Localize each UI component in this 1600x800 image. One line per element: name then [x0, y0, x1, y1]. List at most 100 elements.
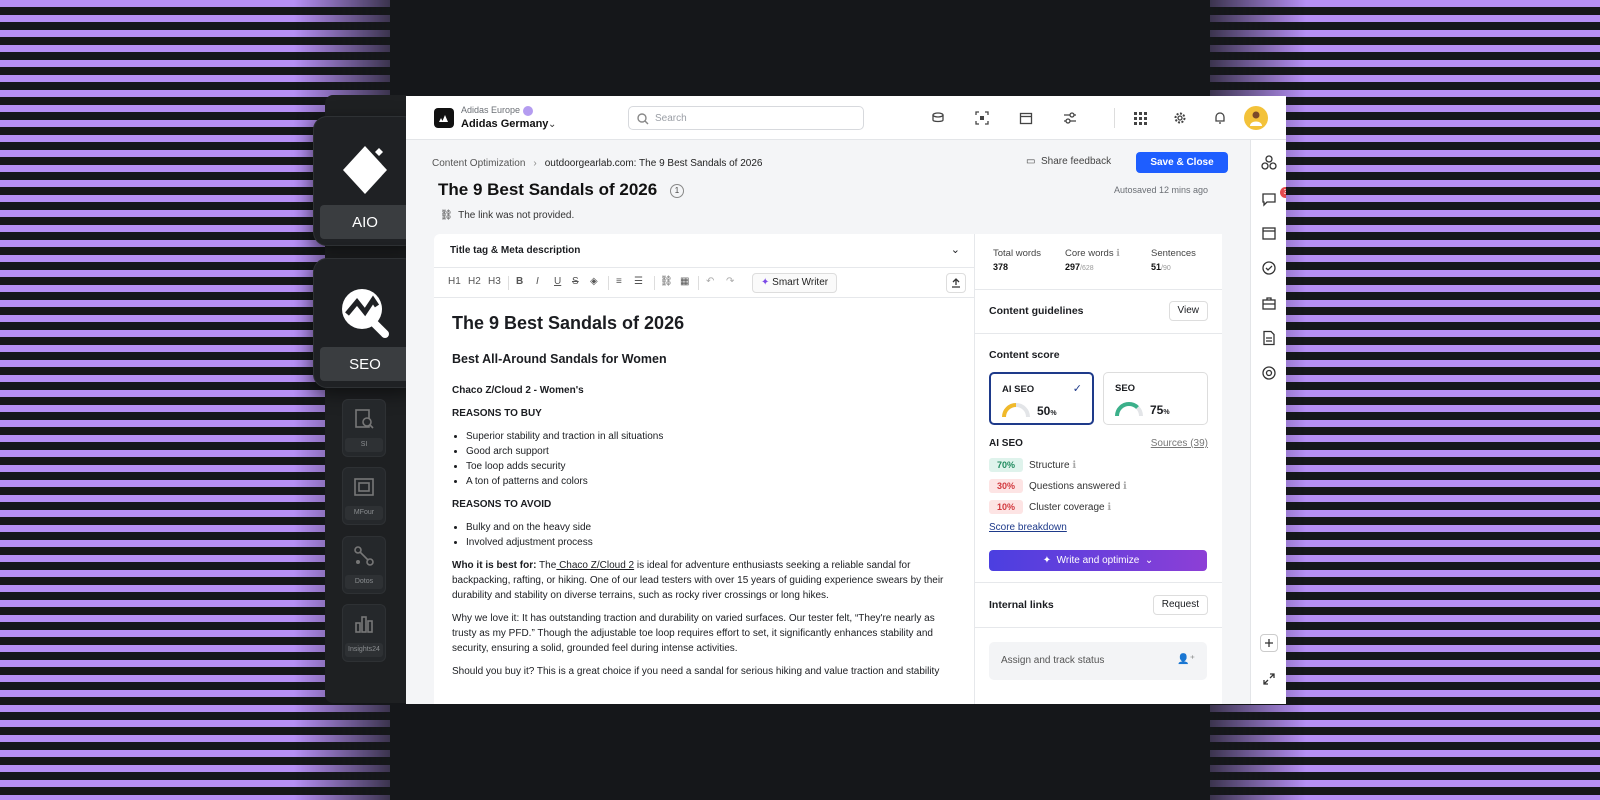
app-grid-icon[interactable]: [1132, 110, 1148, 126]
search-placeholder: Search: [655, 113, 687, 124]
metric-label: Structure: [1029, 460, 1070, 471]
heading1-button[interactable]: H1: [448, 276, 461, 287]
search-input[interactable]: Search: [628, 106, 864, 130]
adidas-logo: [434, 108, 454, 128]
score-gauge: [1115, 402, 1143, 417]
list-item: Good arch support: [466, 444, 957, 459]
paragraph: Should you buy it? This is a great choic…: [452, 666, 940, 677]
score-card-seo[interactable]: SEO 75%: [1103, 372, 1208, 425]
stat-sentences: Sentences 51/90: [1151, 248, 1196, 272]
breadcrumb-root[interactable]: Content Optimization: [432, 158, 525, 169]
score-card-title: SEO: [1115, 383, 1136, 394]
toolbar-divider: [608, 276, 609, 290]
reasons-avoid-list: Bulky and on the heavy side Involved adj…: [466, 520, 957, 550]
reasons-avoid-heading: REASONS TO AVOID: [452, 499, 552, 510]
assign-track-field[interactable]: Assign and track status 👤⁺: [989, 642, 1207, 680]
comment-icon: ▭: [1026, 156, 1036, 167]
aio-app-tile[interactable]: AIO: [313, 116, 417, 246]
meta-description-toggle[interactable]: Title tag & Meta description ⌄: [434, 234, 974, 268]
document-search-icon: [343, 408, 385, 432]
share-feedback-button[interactable]: ▭ Share feedback: [1026, 156, 1111, 167]
chat-badge: 3: [1280, 187, 1286, 198]
doc-heading-2: Best All-Around Sandals for Women: [452, 352, 667, 366]
save-close-button[interactable]: Save & Close: [1136, 152, 1228, 173]
view-button[interactable]: View: [1168, 301, 1208, 321]
app-tile-insights24[interactable]: Insights24: [342, 604, 386, 662]
document-body[interactable]: The 9 Best Sandals of 2026 Best All-Arou…: [452, 312, 957, 687]
app-tile-si[interactable]: SI: [342, 399, 386, 457]
table-icon[interactable]: ▦: [680, 276, 689, 287]
title-count-badge: 1: [670, 184, 684, 198]
cluster-icon[interactable]: [1260, 154, 1278, 172]
link-icon[interactable]: ⛓: [660, 276, 673, 287]
support-icon[interactable]: [1260, 364, 1278, 382]
italic-icon[interactable]: I: [536, 276, 539, 287]
product-link[interactable]: Chaco Z/Cloud 2: [556, 560, 634, 571]
bell-icon[interactable]: [1212, 110, 1228, 126]
metric-label: Cluster coverage: [1029, 502, 1105, 513]
info-icon[interactable]: ℹ: [1072, 460, 1076, 471]
settings-sliders-icon[interactable]: [1062, 110, 1078, 126]
sources-link[interactable]: Sources (39): [1151, 438, 1208, 449]
chevron-down-icon[interactable]: ⌄: [548, 119, 556, 130]
heading2-button[interactable]: H2: [468, 276, 481, 287]
write-optimize-button[interactable]: ✦ Write and optimize ⌄: [989, 550, 1207, 571]
seo-app-tile[interactable]: SEO: [313, 258, 417, 388]
list-item: Superior stability and traction in all s…: [466, 429, 957, 444]
bold-icon[interactable]: B: [516, 276, 523, 287]
calendar-icon[interactable]: [1260, 224, 1278, 242]
link-status: ⛓ The link was not provided.: [440, 210, 574, 221]
ordered-list-icon[interactable]: ≡: [616, 276, 622, 287]
highlight-icon[interactable]: ◈: [590, 276, 598, 287]
top-bar: Adidas Europe Adidas Germany ⌄ Search: [406, 96, 1286, 140]
bullet-list-icon[interactable]: ☰: [634, 276, 643, 287]
internal-links-section: Internal links Request: [975, 582, 1222, 628]
stat-total-words: Total words 378: [993, 248, 1042, 272]
avatar[interactable]: [1244, 106, 1268, 130]
smart-writer-button[interactable]: ✦ Smart Writer: [752, 273, 838, 293]
plus-icon[interactable]: [1260, 634, 1278, 652]
bar-chart-icon: [343, 613, 385, 637]
gear-icon[interactable]: [1172, 110, 1188, 126]
undo-icon[interactable]: ↶: [706, 276, 714, 287]
database-icon[interactable]: [930, 110, 946, 126]
check-circle-icon[interactable]: [1260, 259, 1278, 277]
toolbar-divider: [698, 276, 699, 290]
app-tile-dotos[interactable]: Dotos: [342, 536, 386, 594]
scan-icon[interactable]: [974, 110, 990, 126]
app-tile-label: Insights24: [345, 643, 383, 657]
calendar-icon[interactable]: [1018, 110, 1034, 126]
reasons-buy-list: Superior stability and traction in all s…: [466, 429, 957, 489]
request-button[interactable]: Request: [1152, 595, 1208, 615]
strikethrough-icon[interactable]: S: [572, 276, 579, 287]
score-value: 75%: [1150, 403, 1170, 417]
toolbar-divider: [654, 276, 655, 290]
score-card-ai-seo[interactable]: AI SEO ✓ 50%: [989, 372, 1094, 425]
toolbar-divider: [508, 276, 509, 290]
check-icon: ✓: [1072, 383, 1082, 395]
document-icon[interactable]: [1260, 329, 1278, 347]
briefcase-icon[interactable]: [1260, 294, 1278, 312]
word-stats: Total words 378 Core words ℹ 297/628 Sente…: [975, 234, 1222, 290]
info-icon[interactable]: ℹ: [1123, 481, 1127, 492]
score-breakdown-link[interactable]: Score breakdown: [989, 522, 1067, 533]
expand-icon[interactable]: [1260, 670, 1278, 688]
redo-icon[interactable]: ↷: [726, 276, 734, 287]
heading3-button[interactable]: H3: [488, 276, 501, 287]
smart-writer-label: Smart Writer: [772, 277, 829, 288]
chevron-down-icon: ⌄: [950, 244, 960, 256]
info-icon[interactable]: ℹ: [1107, 502, 1111, 513]
breadcrumb-current: outdoorgearlab.com: The 9 Best Sandals o…: [544, 158, 763, 169]
editor: Title tag & Meta description ⌄ H1 H2 H3 …: [434, 234, 974, 704]
link-status-text: The link was not provided.: [458, 210, 575, 221]
stat-core-words: Core words ℹ 297/628: [1065, 248, 1120, 272]
paragraph: Who it is best for: The Chaco Z/Cloud 2 …: [452, 558, 957, 603]
metric-percent: 30%: [989, 479, 1023, 493]
chat-icon[interactable]: 3: [1260, 187, 1286, 208]
org-switcher[interactable]: Adidas Germany: [461, 118, 548, 130]
app-tile-mfour[interactable]: MFour: [342, 467, 386, 525]
diamond-sparkle-icon: [314, 135, 416, 205]
internal-links-label: Internal links: [989, 599, 1054, 611]
underline-icon[interactable]: U: [554, 276, 561, 287]
export-icon[interactable]: [946, 273, 966, 293]
